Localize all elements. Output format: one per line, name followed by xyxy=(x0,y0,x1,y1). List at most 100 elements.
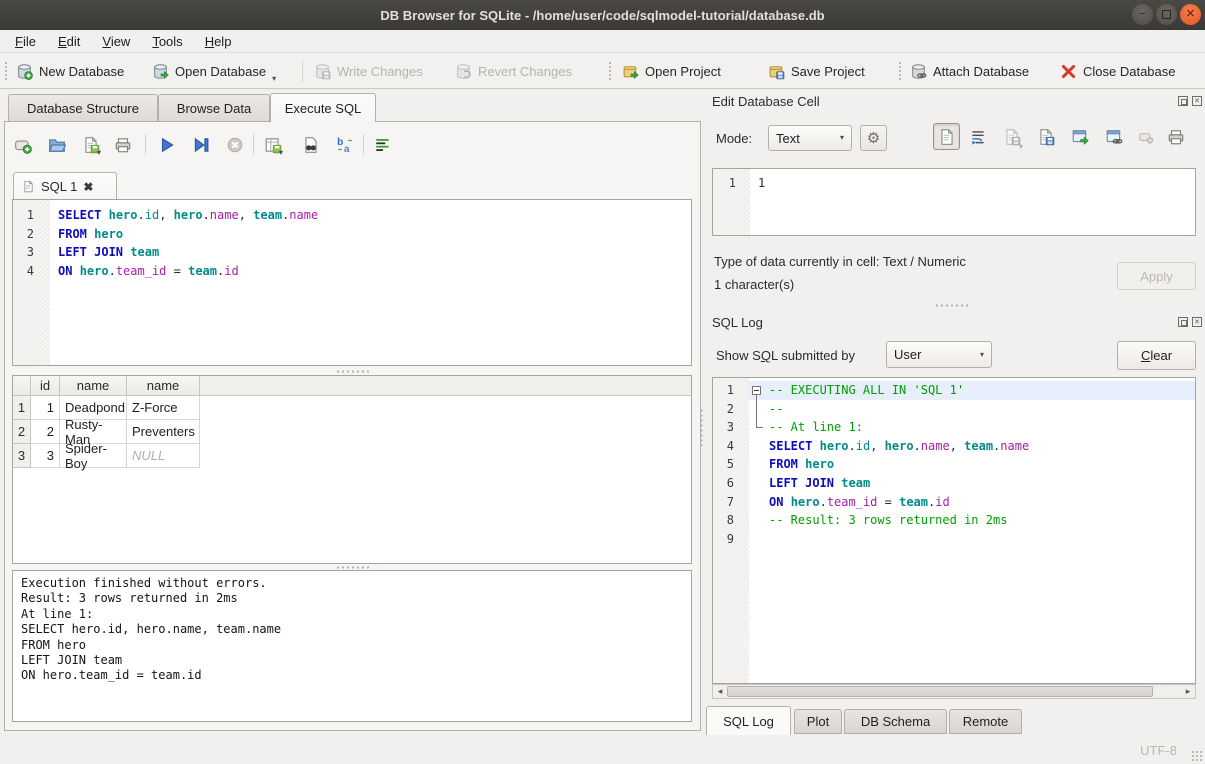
open-in-app-icon[interactable] xyxy=(1105,128,1123,146)
cell-value-editor[interactable]: 1 1 xyxy=(712,168,1196,236)
tab-database-structure[interactable]: Database Structure xyxy=(8,94,158,121)
cell-editor-content[interactable]: 1 xyxy=(750,169,1195,235)
column-header-id[interactable]: id xyxy=(31,376,60,395)
tab-plot[interactable]: Plot xyxy=(794,709,842,734)
splitter-handle[interactable] xyxy=(335,369,371,374)
cell-team[interactable]: Z-Force xyxy=(127,396,200,420)
toolbar-separator xyxy=(253,134,254,155)
cell-id[interactable]: 2 xyxy=(31,420,60,444)
results-grid[interactable]: id name name 1 1 Deadpond Z-Force 2 2 Ru… xyxy=(12,375,692,564)
new-database-button[interactable]: New Database xyxy=(16,58,124,84)
sql-tab-close-icon[interactable]: ✖ xyxy=(83,181,93,193)
dock-close-icon[interactable]: ✕ xyxy=(1192,317,1202,327)
column-header-name[interactable]: name xyxy=(60,376,127,395)
save-project-button[interactable]: Save Project xyxy=(768,58,865,84)
code-line: ON hero.team_id = team.id xyxy=(58,262,691,281)
titlebar[interactable]: DB Browser for SQLite - /home/user/code/… xyxy=(0,0,1205,30)
log-code-area[interactable]: -- EXECUTING ALL IN 'SQL 1' -- -- At lin… xyxy=(765,378,1195,683)
open-sql-file-icon xyxy=(48,136,66,154)
open-sql-file-button[interactable] xyxy=(45,133,69,157)
save-sql-file-button[interactable]: ▾ xyxy=(79,133,103,157)
resize-grip[interactable] xyxy=(1191,750,1203,762)
cell-team-null[interactable]: NULL xyxy=(127,444,200,468)
import-cell-icon[interactable] xyxy=(1037,128,1055,146)
tab-browse-data[interactable]: Browse Data xyxy=(158,94,270,121)
cell-name[interactable]: Spider-Boy xyxy=(60,444,127,468)
text-mode-button[interactable] xyxy=(933,123,960,150)
dock-float-icon[interactable] xyxy=(1178,317,1188,327)
log-line: -- Result: 3 rows returned in 2ms xyxy=(769,511,1195,530)
execute-line-button[interactable] xyxy=(189,133,213,157)
cell-team[interactable]: Preventers xyxy=(127,420,200,444)
tab-sql-log[interactable]: SQL Log xyxy=(706,706,791,735)
export-results-button[interactable]: ▾ xyxy=(261,133,285,157)
attach-database-icon xyxy=(910,63,927,80)
corner-header-cell[interactable] xyxy=(13,376,31,395)
menu-edit[interactable]: Edit xyxy=(47,32,91,51)
fold-collapse-icon[interactable] xyxy=(752,386,761,395)
execution-output-pane[interactable]: Execution finished without errors. Resul… xyxy=(12,570,692,722)
scrollbar-thumb[interactable] xyxy=(727,686,1153,697)
menu-file[interactable]: File xyxy=(4,32,47,51)
cell-id[interactable]: 1 xyxy=(31,396,60,420)
attach-database-button[interactable]: Attach Database xyxy=(910,58,1029,84)
scroll-left-icon[interactable]: ◂ xyxy=(713,685,727,698)
new-sql-tab-button[interactable] xyxy=(11,133,35,157)
print-sql-button[interactable] xyxy=(111,133,135,157)
open-database-button[interactable]: Open Database ▾ xyxy=(152,58,276,84)
save-sql-caret-icon[interactable]: ▾ xyxy=(97,149,101,157)
close-database-button[interactable]: Close Database xyxy=(1060,58,1176,84)
menu-help[interactable]: Help xyxy=(194,32,243,51)
tab-remote[interactable]: Remote xyxy=(949,709,1022,734)
column-header-name2[interactable]: name xyxy=(127,376,200,395)
export-cell-icon[interactable] xyxy=(1071,128,1089,146)
log-filter-combo[interactable]: User ▾ xyxy=(886,341,992,368)
tab-db-schema[interactable]: DB Schema xyxy=(844,709,947,734)
toolbar-drag-handle[interactable] xyxy=(608,61,613,81)
sql-document-tab[interactable]: SQL 1 ✖ xyxy=(13,172,117,200)
cell-id[interactable]: 3 xyxy=(31,444,60,468)
apply-format-button[interactable]: ⚙ xyxy=(860,125,887,151)
find-replace-button[interactable] xyxy=(333,133,357,157)
print-cell-icon[interactable] xyxy=(1167,128,1185,146)
mode-combo[interactable]: Text ▾ xyxy=(768,125,852,151)
word-wrap-icon[interactable] xyxy=(969,128,987,146)
export-caret-icon[interactable]: ▾ xyxy=(279,149,283,157)
set-null-icon[interactable] xyxy=(1137,128,1155,146)
minimize-button[interactable]: − xyxy=(1132,4,1153,25)
sql-editor[interactable]: 1 2 3 4 SELECT hero.id, hero.name, team.… xyxy=(12,199,692,366)
toolbar-drag-handle[interactable] xyxy=(898,61,903,81)
write-changes-icon xyxy=(314,63,331,80)
execute-all-button[interactable] xyxy=(155,133,179,157)
vertical-splitter-handle[interactable] xyxy=(699,408,704,446)
dock-float-icon[interactable] xyxy=(1178,96,1188,106)
maximize-button[interactable] xyxy=(1156,4,1177,25)
dock-close-icon[interactable]: ✕ xyxy=(1192,96,1202,106)
open-project-button[interactable]: Open Project xyxy=(622,58,721,84)
toolbar-drag-handle[interactable] xyxy=(4,61,9,81)
cell-editor-line-numbers: 1 xyxy=(713,169,741,235)
menu-view[interactable]: View xyxy=(91,32,141,51)
chevron-down-icon: ▾ xyxy=(840,134,844,142)
format-sql-icon xyxy=(374,136,392,154)
close-button[interactable]: ✕ xyxy=(1180,4,1201,25)
sql-log-editor[interactable]: 1 2 3 4 5 6 7 8 9 -- EXECUTING ALL IN 'S… xyxy=(712,377,1196,684)
log-line: SELECT hero.id, hero.name, team.name xyxy=(769,437,1195,456)
sql-document-icon xyxy=(22,180,35,193)
db-browser-window: DB Browser for SQLite - /home/user/code/… xyxy=(0,0,1205,764)
clear-log-button[interactable]: Clear xyxy=(1117,341,1196,370)
log-horizontal-scrollbar[interactable]: ◂ ▸ xyxy=(712,684,1196,699)
menu-tools[interactable]: Tools xyxy=(141,32,193,51)
dock-splitter-handle[interactable] xyxy=(934,303,970,308)
format-sql-button[interactable] xyxy=(371,133,395,157)
editor-code-area[interactable]: SELECT hero.id, hero.name, team.name FRO… xyxy=(50,200,691,365)
scroll-right-icon[interactable]: ▸ xyxy=(1181,685,1195,698)
revert-changes-icon xyxy=(455,63,472,80)
table-row[interactable]: 3 3 Spider-Boy NULL xyxy=(13,444,691,468)
find-button[interactable] xyxy=(299,133,323,157)
chevron-down-icon: ▾ xyxy=(980,351,984,359)
tab-execute-sql[interactable]: Execute SQL xyxy=(270,93,376,122)
stop-execution-button xyxy=(223,133,247,157)
open-database-caret-icon[interactable]: ▾ xyxy=(272,75,276,83)
write-changes-button: Write Changes xyxy=(314,58,423,84)
